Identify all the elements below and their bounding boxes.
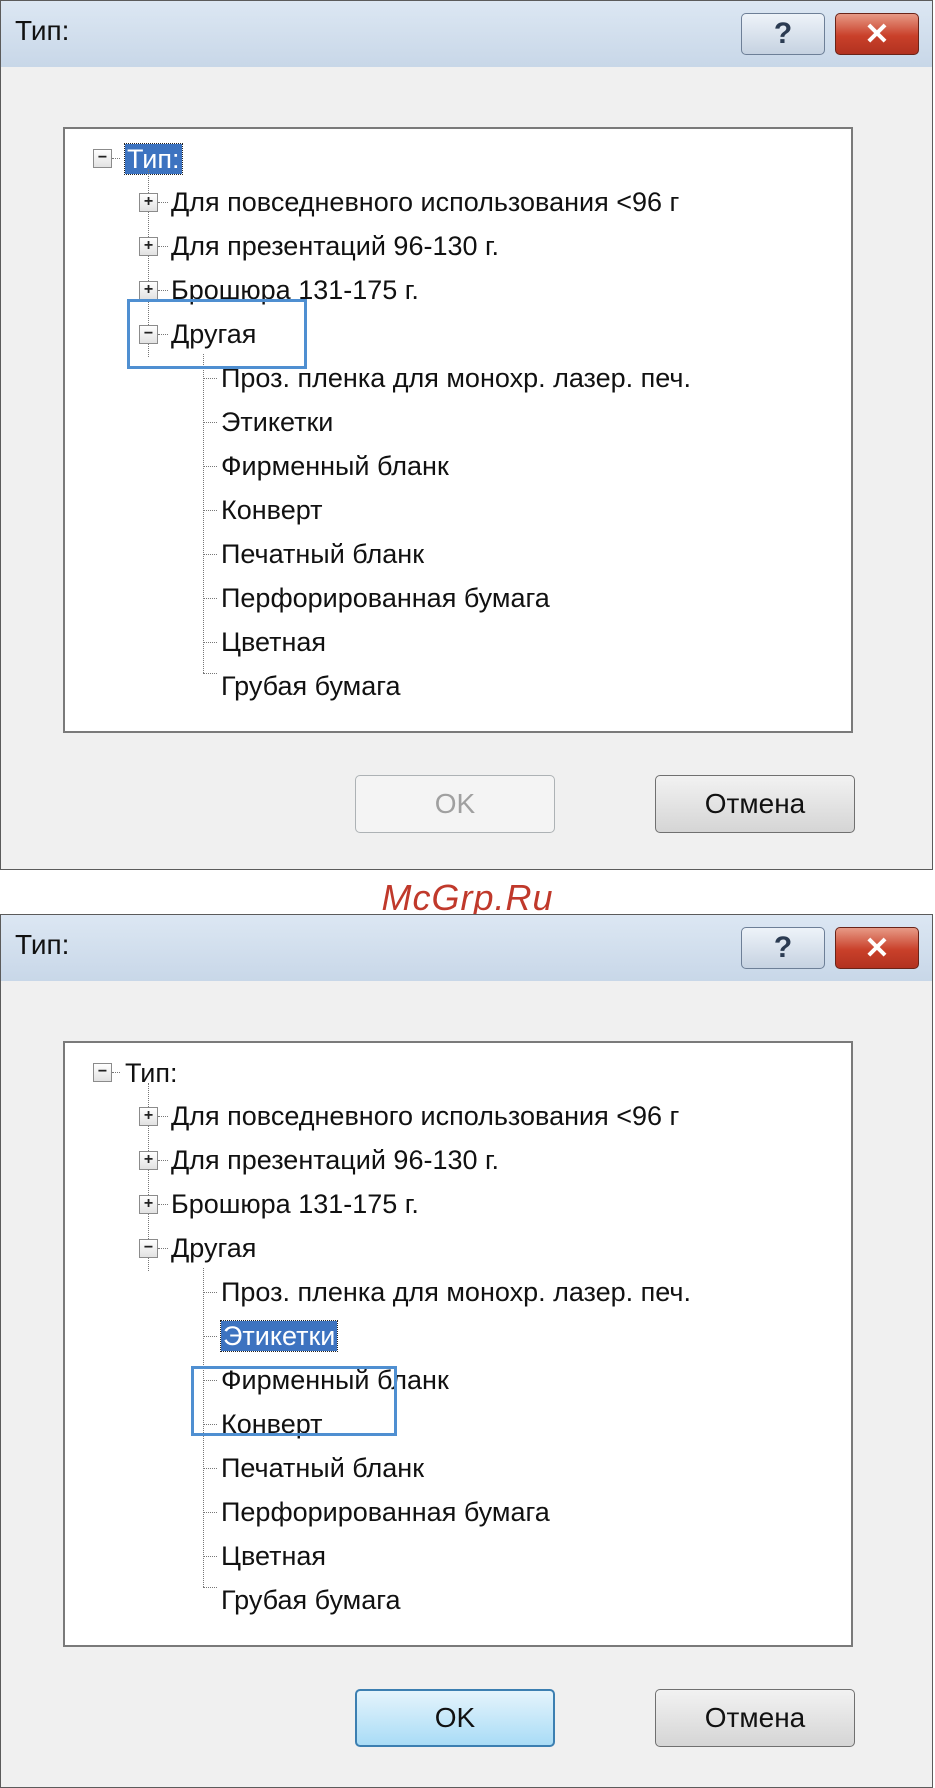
tree-root[interactable]: Тип: xyxy=(125,1055,178,1091)
close-button[interactable]: ✕ xyxy=(835,927,919,969)
help-icon: ? xyxy=(773,931,793,964)
close-icon: ✕ xyxy=(864,17,890,51)
cancel-button[interactable]: Отмена xyxy=(655,775,855,833)
tree-group-label: Для презентаций 96-130 г. xyxy=(171,231,500,261)
help-icon: ? xyxy=(773,17,793,50)
tree-item-label: Проз. пленка для монохр. лазер. печ. xyxy=(221,1277,691,1307)
tree-group-other[interactable]: Другая xyxy=(171,1230,256,1266)
tree-item-label: Фирменный бланк xyxy=(221,451,449,481)
dialog-body: − Тип: + Для повседневного использования… xyxy=(1,981,932,1787)
close-icon: ✕ xyxy=(864,931,890,965)
title-bar: Тип: ? ✕ xyxy=(1,1,932,68)
type-tree[interactable]: − Тип: + Для повседневного использования… xyxy=(63,1041,853,1647)
tree-item-label: Грубая бумага xyxy=(221,1585,401,1615)
expand-icon[interactable]: + xyxy=(139,1151,158,1170)
tree-group-brochure[interactable]: Брошюра 131-175 г. xyxy=(171,1186,419,1222)
close-button[interactable]: ✕ xyxy=(835,13,919,55)
highlight-frame xyxy=(191,1366,397,1436)
dialog-title: Тип: xyxy=(15,15,70,46)
tree-group-label: Брошюра 131-175 г. xyxy=(171,1189,419,1219)
cancel-button-label: Отмена xyxy=(704,1702,806,1733)
dialog-body: − Тип: + Для повседневного использования… xyxy=(1,67,932,869)
dialog-title: Тип: xyxy=(15,929,70,960)
tree-group-label: Другая xyxy=(171,1233,257,1263)
tree-item-label: Грубая бумага xyxy=(221,671,401,701)
tree-group-presentation[interactable]: Для презентаций 96-130 г. xyxy=(171,1142,499,1178)
collapse-icon[interactable]: − xyxy=(93,1063,112,1082)
expand-icon[interactable]: + xyxy=(139,193,158,212)
tree-item[interactable]: Грубая бумага xyxy=(221,1582,401,1618)
cancel-button-label: Отмена xyxy=(704,788,806,819)
expand-icon[interactable]: + xyxy=(139,1195,158,1214)
tree-item[interactable]: Перфорированная бумага xyxy=(221,580,550,616)
tree-item-label: Цветная xyxy=(221,1541,327,1571)
tree-item-label: Конверт xyxy=(221,495,323,525)
tree-group-label: Для повседневного использования <96 г xyxy=(171,1101,680,1131)
tree-item[interactable]: Перфорированная бумага xyxy=(221,1494,550,1530)
tree-item-label: Этикетки xyxy=(221,407,334,437)
highlight-frame xyxy=(127,299,307,369)
tree-item-label: Перфорированная бумага xyxy=(221,583,550,613)
collapse-icon[interactable]: − xyxy=(93,149,112,168)
help-button[interactable]: ? xyxy=(741,13,825,55)
tree-item-label: Перфорированная бумага xyxy=(221,1497,550,1527)
tree-group-presentation[interactable]: Для презентаций 96-130 г. xyxy=(171,228,499,264)
tree-item-label: Печатный бланк xyxy=(221,539,425,569)
tree-item[interactable]: Этикетки xyxy=(221,404,333,440)
tree-item[interactable]: Проз. пленка для монохр. лазер. печ. xyxy=(221,1274,691,1310)
ok-button[interactable]: OK xyxy=(355,775,555,833)
tree-root-label: Тип: xyxy=(125,1058,178,1088)
expand-icon[interactable]: + xyxy=(139,281,158,300)
tree-group-label: Для презентаций 96-130 г. xyxy=(171,1145,500,1175)
expand-icon[interactable]: + xyxy=(139,237,158,256)
tree-item-label: Цветная xyxy=(221,627,327,657)
tree-item[interactable]: Грубая бумага xyxy=(221,668,401,704)
collapse-icon[interactable]: − xyxy=(139,1239,158,1258)
tree-item[interactable]: Печатный бланк xyxy=(221,1450,424,1486)
type-tree[interactable]: − Тип: + Для повседневного использования… xyxy=(63,127,853,733)
tree-item[interactable]: Фирменный бланк xyxy=(221,448,449,484)
tree-item-label: Этикетки xyxy=(219,1320,339,1352)
tree-item[interactable]: Конверт xyxy=(221,492,323,528)
ok-button-label: OK xyxy=(434,788,476,819)
ok-button-label: OK xyxy=(434,1702,476,1733)
title-bar: Тип: ? ✕ xyxy=(1,915,932,982)
tree-root-label: Тип: xyxy=(124,143,183,175)
tree-group-label: Для повседневного использования <96 г xyxy=(171,187,680,217)
type-dialog-2: Тип: ? ✕ − Тип: + Для повседневного испо… xyxy=(0,914,933,1788)
cancel-button[interactable]: Отмена xyxy=(655,1689,855,1747)
tree-root[interactable]: Тип: xyxy=(124,141,183,177)
help-button[interactable]: ? xyxy=(741,927,825,969)
type-dialog-1: Тип: ? ✕ − Тип: + Для повседневного испо… xyxy=(0,0,933,870)
tree-group-everyday[interactable]: Для повседневного использования <96 г xyxy=(171,1098,679,1134)
expand-icon[interactable]: + xyxy=(139,1107,158,1126)
tree-item[interactable]: Цветная xyxy=(221,624,326,660)
ok-button[interactable]: OK xyxy=(355,1689,555,1747)
tree-item-label: Печатный бланк xyxy=(221,1453,425,1483)
tree-item[interactable]: Цветная xyxy=(221,1538,326,1574)
tree-item-selected[interactable]: Этикетки xyxy=(219,1318,339,1354)
tree-group-everyday[interactable]: Для повседневного использования <96 г xyxy=(171,184,679,220)
tree-item[interactable]: Печатный бланк xyxy=(221,536,424,572)
